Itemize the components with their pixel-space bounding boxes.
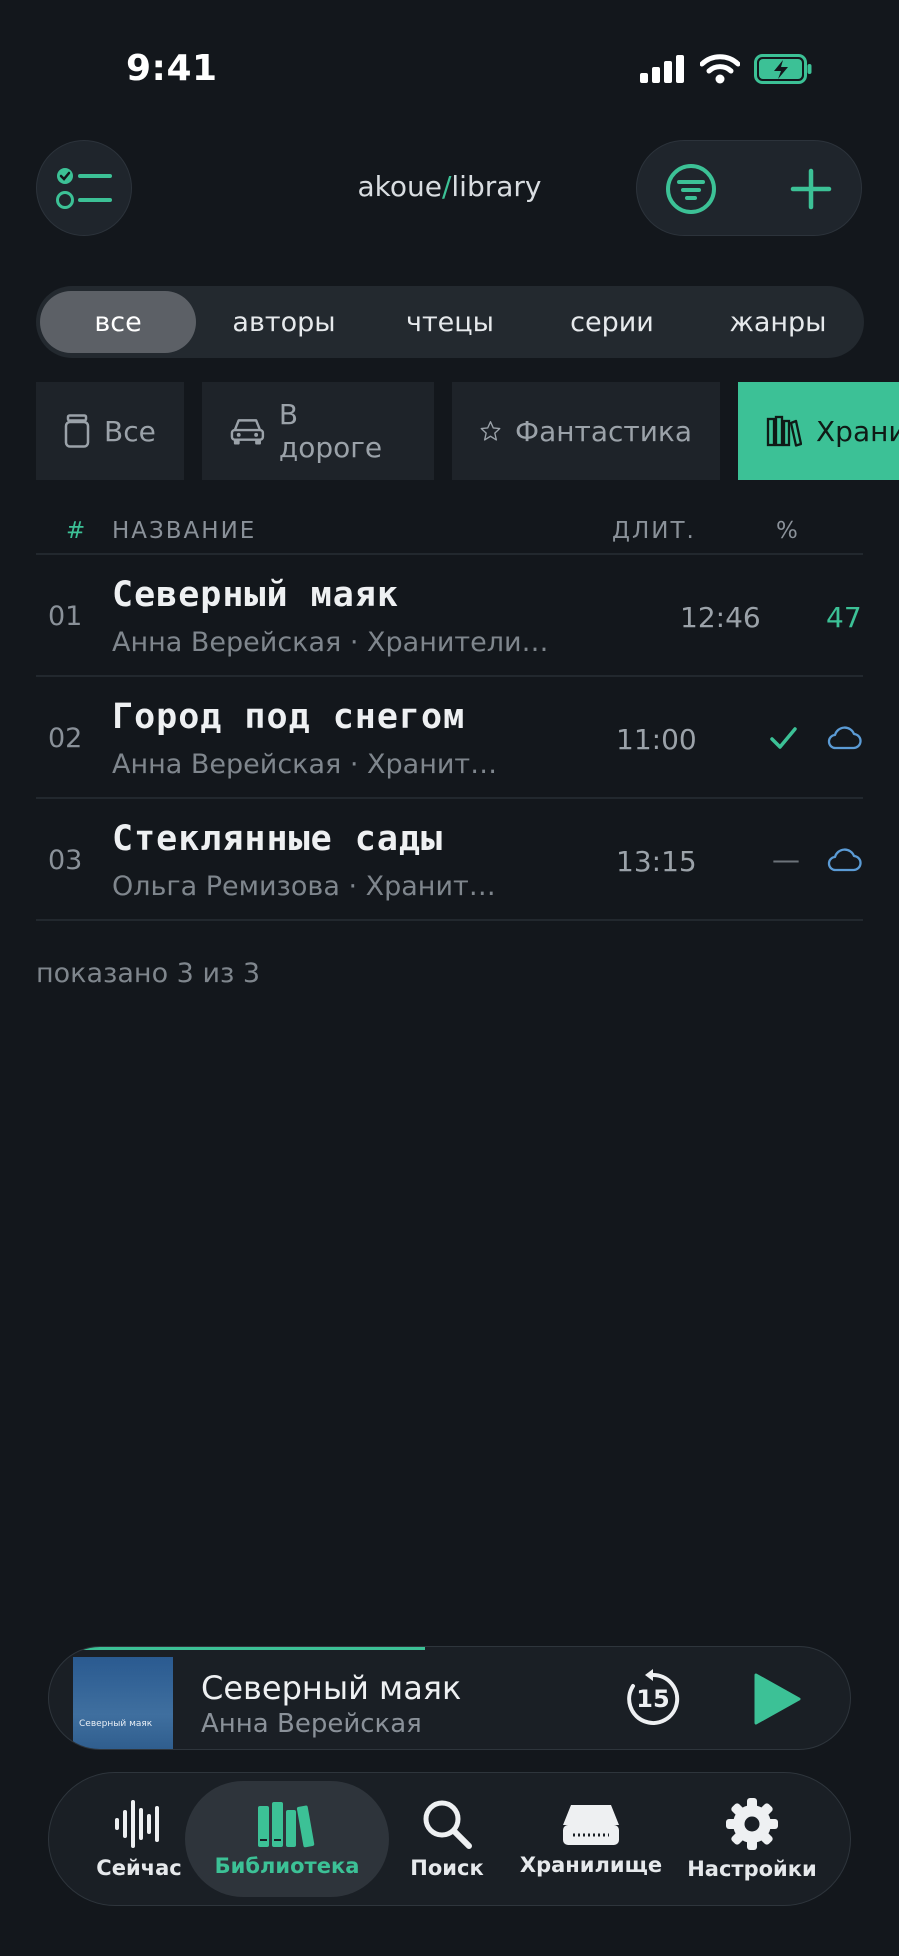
cloud-icon[interactable] <box>826 725 862 751</box>
library-icon <box>258 1802 315 1848</box>
tab-settings[interactable]: Настройки <box>677 1773 827 1905</box>
chip-on-the-road[interactable]: В дороге <box>202 382 434 480</box>
playback-progress <box>49 1647 426 1650</box>
search-icon <box>423 1800 472 1849</box>
tab-search[interactable]: Поиск <box>387 1773 507 1905</box>
row-duration: 11:00 <box>616 723 697 756</box>
divider <box>36 919 863 921</box>
status-time: 9:41 <box>126 48 218 89</box>
add-button[interactable] <box>777 155 845 223</box>
row-number: 02 <box>48 723 83 754</box>
chip-fantasy[interactable]: Фантастика <box>452 382 720 480</box>
signal-icon <box>640 55 684 83</box>
mini-player[interactable]: Северный маяк Северный маяк Анна Верейск… <box>48 1646 851 1750</box>
chip-storage[interactable]: Хранилище <box>738 382 899 480</box>
plus-icon <box>790 168 832 210</box>
chip-label: Все <box>104 414 156 448</box>
storage-icon <box>563 1805 619 1845</box>
wifi-icon <box>700 54 740 84</box>
check-icon <box>770 727 797 749</box>
row-subtitle: Анна Верейская · Хранит… <box>112 749 498 780</box>
battery-icon <box>754 54 812 84</box>
car-icon <box>230 419 265 445</box>
column-title[interactable]: НАЗВАНИЕ <box>112 518 256 544</box>
status-icons <box>640 54 812 84</box>
album-cover: Северный маяк <box>73 1657 173 1749</box>
skip-back-button[interactable]: 15 <box>621 1667 685 1731</box>
play-icon <box>754 1673 801 1725</box>
cloud-icon[interactable] <box>826 847 862 873</box>
player-author: Анна Верейская <box>201 1709 422 1739</box>
row-title: Город под снегом <box>112 697 466 737</box>
tab-library[interactable]: Библиотека <box>185 1781 389 1897</box>
row-duration: 12:46 <box>680 601 761 634</box>
row-number: 03 <box>48 845 83 876</box>
cover-title: Северный маяк <box>79 1719 153 1729</box>
header-actions <box>636 140 862 236</box>
filter-button[interactable] <box>657 155 725 223</box>
tab-bar: Сейчас Библиотека Поиск Хранилище Настро… <box>48 1772 851 1906</box>
tab-storage[interactable]: Хранилище <box>511 1773 671 1905</box>
row-title: Стеклянные сады <box>112 819 444 859</box>
tab-label: Поиск <box>410 1856 484 1880</box>
jar-icon <box>64 414 90 448</box>
player-title: Северный маяк <box>201 1669 462 1707</box>
table-row[interactable]: 02 Город под снегом Анна Верейская · Хра… <box>0 677 899 797</box>
chip-label: Фантастика <box>514 414 692 448</box>
chip-label: В дороге <box>278 398 383 464</box>
row-status-dash: — <box>772 843 800 876</box>
row-subtitle: Ольга Ремизова · Хранит… <box>112 871 496 902</box>
column-duration[interactable]: ДЛИТ. <box>612 518 696 544</box>
chip-label: Хранилище <box>816 414 899 448</box>
results-count: показано 3 из 3 <box>36 958 261 989</box>
row-subtitle: Анна Верейская · Хранители… <box>112 627 549 658</box>
gear-icon <box>726 1798 778 1850</box>
row-percent: 47 <box>826 601 862 634</box>
chip-all[interactable]: Все <box>36 382 184 480</box>
segment-series[interactable]: серии <box>528 291 696 353</box>
column-number: # <box>66 518 88 544</box>
segment-genres[interactable]: жанры <box>696 291 860 353</box>
table-row[interactable]: 01 Северный маяк Анна Верейская · Хранит… <box>0 555 899 675</box>
waveform-icon <box>115 1800 159 1848</box>
row-duration: 13:15 <box>616 845 697 878</box>
segment-authors[interactable]: авторы <box>196 291 372 353</box>
skip-seconds: 15 <box>636 1685 670 1713</box>
star-icon <box>480 421 501 441</box>
row-number: 01 <box>48 601 83 632</box>
row-title: Северный маяк <box>112 575 399 615</box>
column-percent[interactable]: % <box>776 518 800 544</box>
segmented-control: все авторы чтецы серии жанры <box>36 286 864 358</box>
tab-label: Хранилище <box>519 1853 663 1877</box>
segment-narrators[interactable]: чтецы <box>372 291 528 353</box>
books-icon <box>766 415 802 447</box>
tab-label: Сейчас <box>96 1856 182 1880</box>
tab-label: Библиотека <box>214 1854 360 1878</box>
table-row[interactable]: 03 Стеклянные сады Ольга Ремизова · Хран… <box>0 799 899 919</box>
filter-icon <box>666 164 716 214</box>
play-button[interactable] <box>747 1669 807 1729</box>
segment-all[interactable]: все <box>40 291 196 353</box>
tab-label: Настройки <box>687 1857 817 1881</box>
